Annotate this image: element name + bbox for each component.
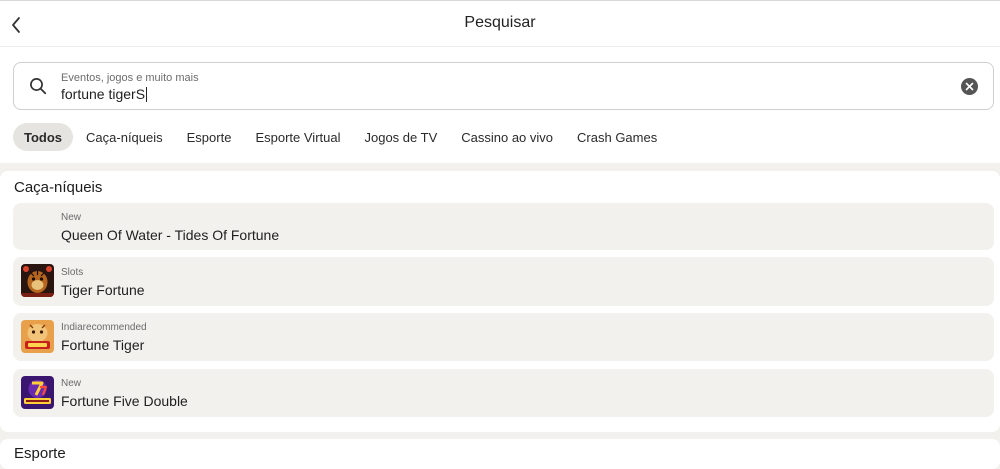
top-panel: Pesquisar Eventos, jogos e muito mais fo…	[0, 0, 1000, 163]
section-title-sports: Esporte	[14, 445, 66, 462]
header-bar: Pesquisar	[0, 1, 1000, 47]
item-name: Queen Of Water - Tides Of Fortune	[61, 227, 280, 243]
clear-search-button[interactable]	[961, 78, 978, 95]
search-placeholder: Eventos, jogos e muito mais	[61, 72, 199, 84]
result-item-tiger-fortune[interactable]: Slots Tiger Fortune	[13, 257, 994, 306]
sports-results-section: Esporte	[0, 439, 1000, 469]
fortune-tiger-thumbnail	[21, 320, 54, 353]
result-item-fortune-five-double[interactable]: New Fortune Five Double	[13, 369, 994, 417]
result-item-fortune-tiger[interactable]: Indiarecommended Fortune Tiger	[13, 313, 994, 361]
tab-cassino-ao-vivo[interactable]: Cassino ao vivo	[450, 123, 564, 151]
tab-todos[interactable]: Todos	[13, 123, 74, 151]
item-category: New	[61, 212, 82, 223]
tab-esporte[interactable]: Esporte	[176, 123, 243, 151]
search-icon	[30, 78, 47, 95]
result-item-queen-of-water[interactable]: New Queen Of Water - Tides Of Fortune	[13, 203, 994, 250]
search-value[interactable]: fortune tigerS	[61, 86, 148, 102]
slots-results-section: Caça-níqueis New Queen Of Water - Tides …	[0, 171, 1000, 432]
item-category: Indiarecommended	[61, 322, 147, 333]
item-category: New	[61, 378, 82, 389]
fortune-five-double-thumbnail	[21, 376, 54, 409]
tab-crash-games[interactable]: Crash Games	[566, 123, 668, 151]
item-name: Fortune Tiger	[61, 337, 145, 353]
section-title-slots: Caça-níqueis	[14, 179, 103, 196]
close-icon	[965, 82, 974, 91]
search-query-text: fortune tigerS	[61, 86, 146, 102]
item-category: Slots	[61, 267, 84, 278]
tab-caca-niqueis[interactable]: Caça-níqueis	[75, 123, 174, 151]
tiger-fortune-thumbnail	[21, 264, 54, 297]
text-caret	[146, 86, 148, 102]
item-name: Fortune Five Double	[61, 393, 188, 409]
page-title: Pesquisar	[464, 14, 536, 31]
category-tabs: Todos Caça-níqueis Esporte Esporte Virtu…	[13, 123, 670, 151]
tab-jogos-de-tv[interactable]: Jogos de TV	[353, 123, 448, 151]
search-input[interactable]: Eventos, jogos e muito mais fortune tige…	[13, 62, 994, 110]
item-name: Tiger Fortune	[61, 282, 145, 298]
tab-esporte-virtual[interactable]: Esporte Virtual	[244, 123, 351, 151]
